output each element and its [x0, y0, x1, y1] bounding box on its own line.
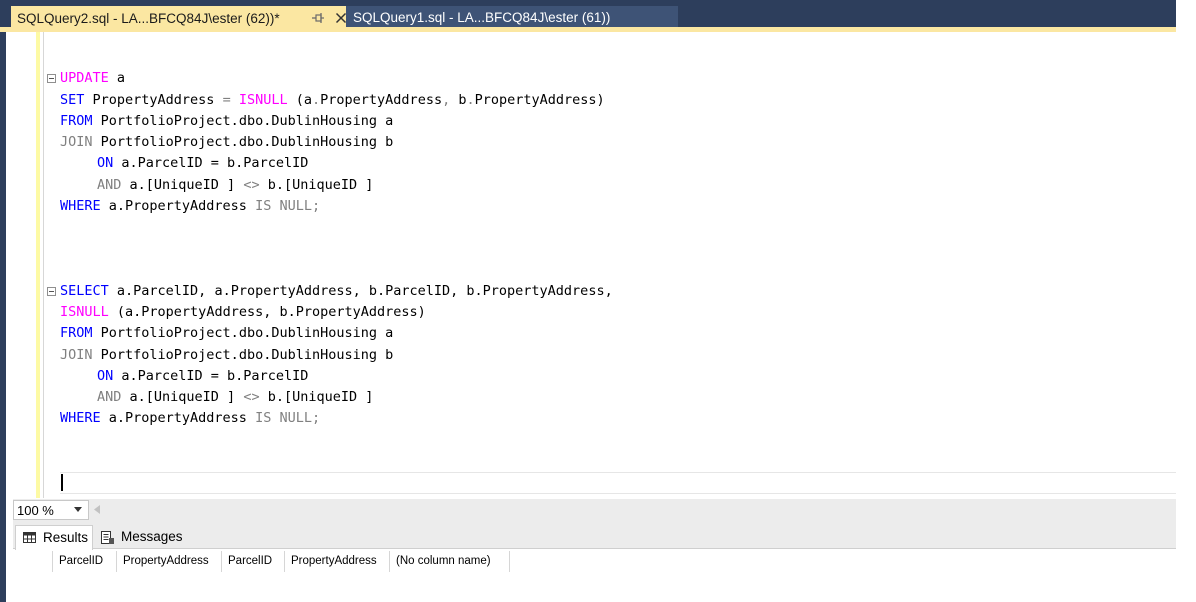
keyword: UPDATE — [60, 70, 109, 86]
code-text: a.[UniqueID ] — [121, 389, 244, 405]
code-line-where: WHERE a.PropertyAddress IS NULL; — [60, 408, 320, 428]
keyword: JOIN — [60, 347, 93, 363]
code-text: a.PropertyAddress — [100, 198, 256, 214]
code-line-from: FROM PortfolioProject.dbo.DublinHousing … — [60, 111, 393, 131]
document-tab-strip: SQLQuery2.sql - LA...BFCQ84J\ester (62))… — [0, 0, 1176, 32]
operator: ; — [311, 198, 321, 214]
editor-left-frame — [0, 32, 13, 602]
code-line-select: SELECT a.ParcelID, a.PropertyAddress, b.… — [60, 281, 613, 301]
code-text: PropertyAddress) — [474, 92, 605, 108]
code-text: a.ParcelID, a.PropertyAddress, b.ParcelI… — [108, 283, 613, 299]
tab-sqlquery2[interactable]: SQLQuery2.sql - LA...BFCQ84J\ester (62))… — [11, 6, 347, 32]
code-text: PortfolioProject.dbo.DublinHousing a — [92, 325, 394, 341]
keyword: ON — [97, 155, 114, 171]
code-text: PropertyAddress — [84, 92, 223, 108]
code-text: b — [450, 92, 467, 108]
keyword: WHERE — [60, 410, 101, 426]
editor-right-edge — [1176, 0, 1196, 602]
zoom-dropdown[interactable]: 100 % — [13, 500, 89, 520]
keyword: IS NULL — [255, 198, 312, 214]
keyword: SELECT — [60, 283, 109, 299]
code-line-and: AND a.[UniqueID ] <> b.[UniqueID ] — [97, 175, 373, 195]
operator: <> — [243, 177, 260, 193]
code-text: a.ParcelID = b.ParcelID — [113, 368, 309, 384]
code-text: b.[UniqueID ] — [259, 177, 374, 193]
keyword: SET — [60, 92, 85, 108]
results-tab-bar: Results Messages — [13, 521, 1176, 550]
operator: . — [466, 92, 475, 108]
results-pane: Results Messages ParcelID PropertyAddres… — [13, 521, 1176, 602]
tab-results[interactable]: Results — [15, 525, 93, 550]
keyword: FROM — [60, 325, 93, 341]
code-text: a — [108, 70, 126, 86]
zoom-value: 100 % — [17, 503, 54, 518]
keyword: AND — [97, 389, 122, 405]
code-text: PortfolioProject.dbo.DublinHousing b — [92, 347, 394, 363]
scroll-left-arrow-icon[interactable] — [94, 505, 100, 514]
code-line-update: UPDATE a — [60, 68, 125, 88]
keyword: WHERE — [60, 198, 101, 214]
change-tracking-margin — [36, 32, 40, 498]
code-line-set: SET PropertyAddress = ISNULL (a.Property… — [60, 90, 605, 110]
code-line-on: ON a.ParcelID = b.ParcelID — [97, 153, 308, 173]
column-header[interactable]: PropertyAddress — [285, 551, 390, 572]
code-text: (a — [287, 92, 313, 108]
function-name: ISNULL — [238, 92, 288, 108]
column-header[interactable]: (No column name) — [390, 551, 510, 572]
code-line-join: JOIN PortfolioProject.dbo.DublinHousing … — [60, 345, 393, 365]
code-line-and: AND a.[UniqueID ] <> b.[UniqueID ] — [97, 387, 373, 407]
keyword: IS NULL — [255, 410, 312, 426]
code-text: a.[UniqueID ] — [121, 177, 244, 193]
column-header[interactable]: ParcelID — [222, 551, 285, 572]
tab-sqlquery1-label: SQLQuery1.sql - LA...BFCQ84J\ester (61)) — [353, 10, 611, 25]
operator: . — [312, 92, 321, 108]
function-name: ISNULL — [60, 304, 109, 320]
tab-sqlquery1[interactable]: SQLQuery1.sql - LA...BFCQ84J\ester (61)) — [346, 6, 678, 27]
outline-margin-line — [43, 32, 44, 498]
current-line-highlight — [60, 472, 1176, 494]
operator: , — [442, 92, 451, 108]
operator: = — [222, 92, 231, 108]
column-header[interactable]: PropertyAddress — [117, 551, 222, 572]
keyword: FROM — [60, 113, 93, 129]
sql-editor[interactable]: UPDATE a SET PropertyAddress = ISNULL (a… — [13, 32, 1176, 498]
tab-results-label: Results — [43, 530, 89, 545]
code-text: a.ParcelID = b.ParcelID — [113, 155, 309, 171]
pin-icon[interactable] — [311, 11, 325, 25]
code-line-on: ON a.ParcelID = b.ParcelID — [97, 366, 308, 386]
operator: <> — [243, 389, 260, 405]
tab-messages[interactable]: Messages — [94, 525, 189, 549]
collapse-select-block-icon[interactable] — [47, 287, 56, 296]
code-line-isnull: ISNULL (a.PropertyAddress, b.PropertyAdd… — [60, 302, 426, 322]
code-text: PortfolioProject.dbo.DublinHousing b — [92, 134, 394, 150]
tab-sqlquery2-label: SQLQuery2.sql - LA...BFCQ84J\ester (62))… — [17, 11, 280, 26]
grid-icon — [23, 532, 36, 543]
code-text: PropertyAddress — [320, 92, 443, 108]
tab-messages-label: Messages — [121, 529, 183, 544]
code-line-join: JOIN PortfolioProject.dbo.DublinHousing … — [60, 132, 393, 152]
text-caret — [61, 474, 63, 491]
code-line-from: FROM PortfolioProject.dbo.DublinHousing … — [60, 323, 393, 343]
keyword: AND — [97, 177, 122, 193]
operator: ; — [311, 410, 321, 426]
editor-status-bar: 100 % — [13, 499, 1176, 521]
code-text: PortfolioProject.dbo.DublinHousing a — [92, 113, 394, 129]
code-text: a.PropertyAddress — [100, 410, 256, 426]
keyword: JOIN — [60, 134, 93, 150]
editor-left-margin — [6, 32, 13, 602]
collapse-update-block-icon[interactable] — [47, 74, 56, 83]
code-text: (a.PropertyAddress, b.PropertyAddress) — [108, 304, 426, 320]
code-line-where: WHERE a.PropertyAddress IS NULL; — [60, 196, 320, 216]
code-text: b.[UniqueID ] — [259, 389, 374, 405]
chevron-down-icon — [74, 507, 82, 512]
column-header[interactable]: ParcelID — [53, 551, 117, 572]
messages-icon — [101, 531, 114, 544]
grid-corner-cell — [13, 551, 53, 572]
keyword: ON — [97, 368, 114, 384]
